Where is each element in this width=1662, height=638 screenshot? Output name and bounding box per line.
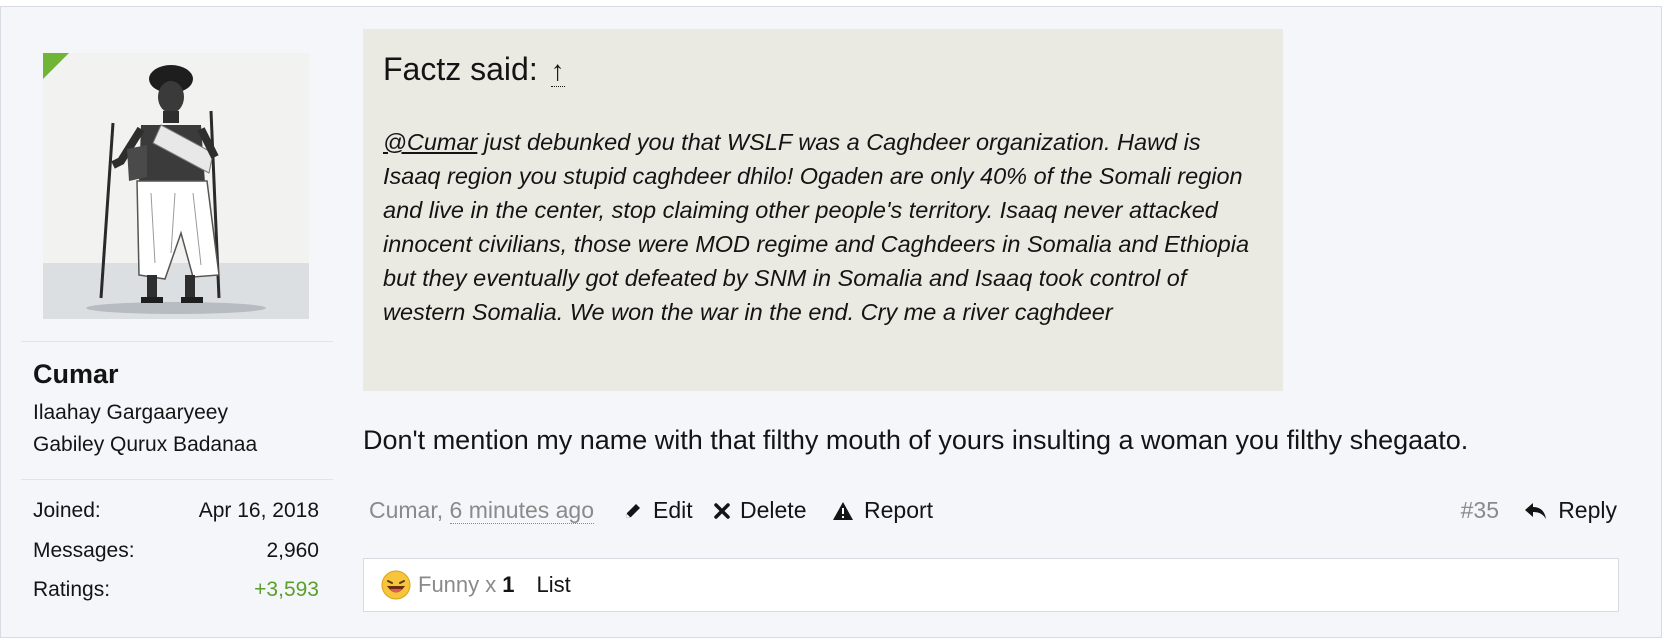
close-icon — [714, 502, 730, 519]
username-link[interactable]: Cumar — [33, 359, 119, 390]
reactions-bar: Funny x 1 List — [363, 558, 1619, 612]
edit-button[interactable]: Edit — [623, 497, 693, 524]
stat-ratings: Ratings: +3,593 — [33, 578, 319, 604]
delete-button[interactable]: Delete — [714, 497, 806, 524]
post-author-link[interactable]: Cumar — [369, 497, 437, 523]
report-label: Report — [864, 497, 934, 523]
edit-label: Edit — [653, 497, 693, 523]
stat-value[interactable]: 2,960 — [266, 539, 319, 563]
report-button[interactable]: Report — [832, 497, 933, 524]
quote-block: Factz said: ↑ @Cumar just debunked you t… — [363, 29, 1283, 391]
user-title-line1: Ilaahay Gargaaryeey — [33, 401, 228, 424]
warning-icon — [833, 501, 853, 520]
reply-arrow-icon — [1525, 502, 1547, 519]
reactions-list-link[interactable]: List — [537, 572, 571, 598]
stat-value: +3,593 — [254, 578, 319, 601]
reaction-label: Funny x — [418, 572, 497, 597]
laughing-emoji-icon — [381, 570, 411, 600]
stat-messages: Messages: 2,960 — [33, 539, 319, 565]
post-message: Don't mention my name with that filthy m… — [363, 425, 1469, 455]
quote-content: @Cumar just debunked you that WSLF was a… — [383, 125, 1263, 329]
sidebar-divider — [21, 341, 333, 342]
stat-label: Messages: — [33, 539, 135, 562]
delete-label: Delete — [740, 497, 807, 523]
quote-header: Factz said: ↑ — [383, 49, 1261, 91]
user-mention-link[interactable]: @Cumar — [383, 129, 477, 155]
post-number-link[interactable]: #35 — [1461, 497, 1499, 524]
stat-label: Joined: — [33, 499, 101, 522]
stat-joined: Joined: Apr 16, 2018 — [33, 499, 319, 525]
stat-value: Apr 16, 2018 — [198, 499, 319, 522]
meta-separator: , — [436, 497, 450, 523]
forum-post: Cumar Ilaahay Gargaaryeey Gabiley Qurux … — [0, 6, 1662, 638]
reaction-count: 1 — [502, 572, 515, 597]
pencil-icon — [626, 503, 640, 518]
stat-label: Ratings: — [33, 578, 111, 601]
user-avatar[interactable] — [43, 53, 309, 319]
online-indicator — [43, 53, 69, 79]
jump-to-quote-arrow-icon[interactable]: ↑ — [550, 55, 565, 87]
post-meta: Cumar, 6 minutes ago — [369, 497, 595, 524]
user-title-line2: Gabiley Qurux Badanaa — [33, 433, 258, 456]
quote-author: Factz said: — [383, 51, 538, 87]
reply-button[interactable]: Reply — [1524, 497, 1617, 524]
post-time-link[interactable]: 6 minutes ago — [449, 497, 595, 524]
quote-text: just debunked you that WSLF was a Caghde… — [383, 129, 1250, 325]
avatar-portrait-image — [43, 53, 309, 319]
reply-label: Reply — [1558, 497, 1617, 523]
sidebar-divider — [21, 479, 333, 480]
post-footer: Cumar, 6 minutes ago Edit Delete Report … — [369, 497, 1617, 527]
